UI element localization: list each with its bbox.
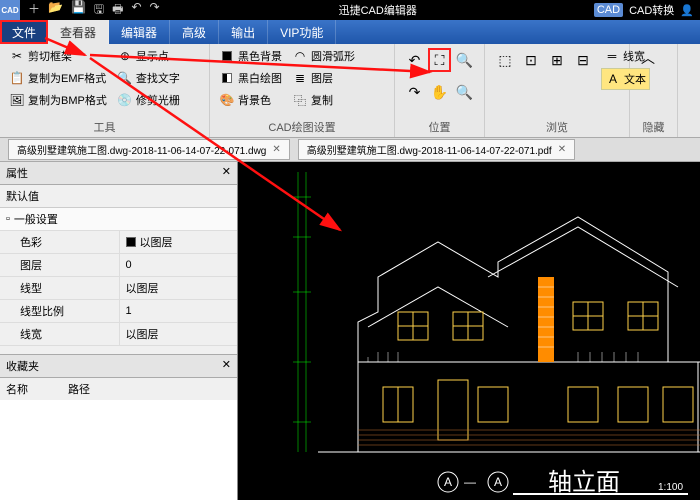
rotate-left-icon[interactable]: ↶ [403, 48, 426, 72]
cad-badge-icon: CAD [594, 3, 623, 17]
nav4-icon[interactable]: ⊟ [571, 48, 595, 72]
rotate-right-icon[interactable]: ↷ [403, 80, 426, 104]
panel-title: 属性 [6, 165, 28, 181]
bw-icon [219, 70, 235, 86]
menu-editor[interactable]: 编辑器 [109, 20, 170, 44]
cad-convert-button[interactable]: CAD转换 [629, 2, 674, 18]
new-icon[interactable]: ＋ [28, 0, 40, 21]
pan-icon[interactable]: ✋ [428, 80, 451, 104]
group-hide-label: 隐藏 [636, 117, 671, 135]
smooth-arc-button[interactable]: ◠圆滑弧形 [289, 46, 358, 66]
drawing-scale: 1:100 [658, 482, 683, 493]
prop-linetype[interactable]: 线型以图层 [0, 277, 237, 300]
cut-frame-button[interactable]: ✂剪切框架 [6, 46, 110, 66]
chevron-up-icon[interactable]: ︿ [636, 46, 660, 70]
favorites-title: 收藏夹 [6, 358, 39, 374]
disc-icon: 💿 [117, 92, 133, 108]
save-icon[interactable]: 💾 [71, 0, 86, 21]
repair-disc-button[interactable]: 💿修剪光栅 [114, 90, 183, 110]
panel-close-icon[interactable]: ✕ [222, 165, 231, 181]
prop-linescale[interactable]: 线型比例1 [0, 300, 237, 323]
menu-vip[interactable]: VIP功能 [268, 20, 336, 44]
nav1-icon[interactable]: ⬚ [493, 48, 517, 72]
prop-layer[interactable]: 图层0 [0, 254, 237, 277]
drawing-title: 轴立面 [548, 469, 620, 496]
fit-screen-button[interactable]: ⛶ [428, 48, 451, 72]
show-point-button[interactable]: ⊕显示点 [114, 46, 183, 66]
favorites-close-icon[interactable]: ✕ [222, 358, 231, 374]
drawing-canvas[interactable]: A A — 轴立面 1:100 [238, 162, 700, 500]
copy2-icon: ⿻ [292, 92, 308, 108]
file-tab-dwg[interactable]: 高级别墅建筑施工图.dwg-2018-11-06-14-07-22-071.dw… [8, 139, 290, 160]
layers-icon: ≣ [292, 70, 308, 86]
file-tab-bar: 高级别墅建筑施工图.dwg-2018-11-06-14-07-22-071.dw… [0, 138, 700, 162]
black-bg-button[interactable]: 黑色背景 [216, 46, 285, 66]
black-bg-icon [219, 48, 235, 64]
bw-draw-button[interactable]: 黑白绘图 [216, 68, 285, 88]
col-path: 路径 [68, 381, 90, 397]
copy-button[interactable]: ⿻复制 [289, 90, 358, 110]
quick-access-toolbar: ＋ 📂 💾 🖫 🖶 ↶ ↷ [20, 0, 168, 21]
line-icon: ═ [604, 48, 620, 64]
bg-color-button[interactable]: 🎨背景色 [216, 90, 285, 110]
menu-advanced[interactable]: 高级 [170, 20, 219, 44]
group-browse-label: 浏览 [491, 117, 623, 135]
default-value-label: 默认值 [0, 185, 237, 208]
color-icon: 🎨 [219, 92, 235, 108]
menu-output[interactable]: 输出 [219, 20, 268, 44]
app-logo-icon: CAD [0, 0, 20, 20]
title-bar: CAD ＋ 📂 💾 🖫 🖶 ↶ ↷ 迅捷CAD编辑器 CAD CAD转换 👤 [0, 0, 700, 20]
axis-marker-a2: A [494, 475, 502, 489]
print-icon[interactable]: 🖶 [112, 0, 123, 21]
copy-bmp-button[interactable]: 🖼复制为BMP格式 [6, 90, 110, 110]
user-icon[interactable]: 👤 [680, 4, 694, 17]
image-icon: 🖼 [9, 92, 25, 108]
undo-icon[interactable]: ↶ [131, 0, 141, 21]
app-title: 迅捷CAD编辑器 [168, 2, 588, 18]
open-icon[interactable]: 📂 [48, 0, 63, 21]
category-general[interactable]: ▫一般设置 [0, 208, 237, 231]
copy-emf-button[interactable]: 📋复制为EMF格式 [6, 68, 110, 88]
axis-marker-a: A [444, 475, 452, 489]
point-icon: ⊕ [117, 48, 133, 64]
zoom-out-icon[interactable]: 🔍 [453, 80, 476, 104]
scissors-icon: ✂ [9, 48, 25, 64]
copy-icon: 📋 [9, 70, 25, 86]
file-tab-pdf[interactable]: 高级别墅建筑施工图.dwg-2018-11-06-14-07-22-071.pd… [298, 139, 575, 160]
nav3-icon[interactable]: ⊞ [545, 48, 569, 72]
group-tools-label: 工具 [6, 117, 203, 135]
prop-color[interactable]: 色彩以图层 [0, 231, 237, 254]
col-name: 名称 [6, 381, 28, 397]
layers-button[interactable]: ≣图层 [289, 68, 358, 88]
redo-icon[interactable]: ↷ [150, 0, 160, 21]
properties-panel: 属性 ✕ 默认值 ▫一般设置 色彩以图层 图层0 线型以图层 线型比例1 线宽以图… [0, 162, 238, 500]
ribbon: ✂剪切框架 📋复制为EMF格式 🖼复制为BMP格式 ⊕显示点 🔍查找文字 💿修剪… [0, 44, 700, 138]
save-as-icon[interactable]: 🖫 [94, 0, 104, 21]
close-icon[interactable]: ✕ [558, 144, 566, 155]
collapse-icon: ▫ [6, 213, 10, 225]
text-icon: A [605, 71, 621, 87]
menu-file[interactable]: 文件 [0, 20, 48, 44]
menu-viewer[interactable]: 查看器 [48, 20, 109, 44]
search-icon: 🔍 [117, 70, 133, 86]
group-cad-label: CAD绘图设置 [216, 117, 388, 135]
svg-text:—: — [464, 475, 476, 489]
find-text-button[interactable]: 🔍查找文字 [114, 68, 183, 88]
menu-bar: 文件 查看器 编辑器 高级 输出 VIP功能 [0, 20, 700, 44]
zoom-in-icon[interactable]: 🔍 [453, 48, 476, 72]
arc-icon: ◠ [292, 48, 308, 64]
close-icon[interactable]: ✕ [272, 144, 280, 155]
group-position-label: 位置 [401, 117, 478, 135]
nav2-icon[interactable]: ⊡ [519, 48, 543, 72]
prop-linewidth[interactable]: 线宽以图层 [0, 323, 237, 346]
